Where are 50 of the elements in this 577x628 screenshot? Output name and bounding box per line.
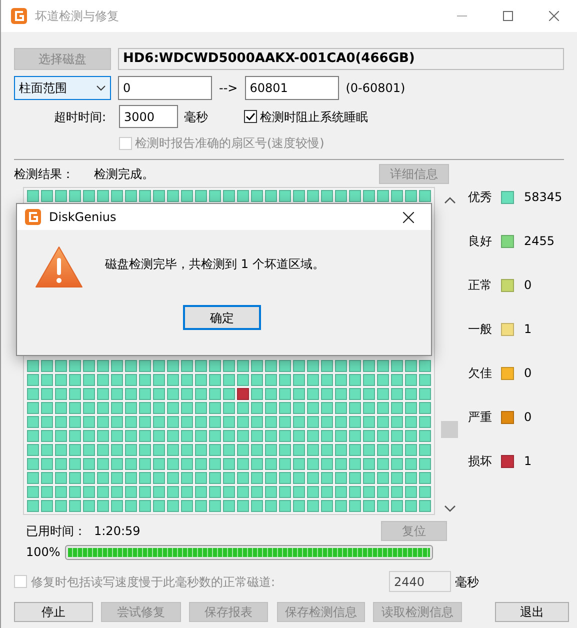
app-icon xyxy=(11,8,27,24)
range-end-field[interactable]: 60801 xyxy=(244,76,339,100)
timeout-unit: 毫秒 xyxy=(184,108,208,126)
window-title: 坏道检测与修复 xyxy=(35,8,119,25)
result-label: 检测结果： xyxy=(14,166,75,183)
legend-label: 正常 xyxy=(468,277,492,294)
legend-label: 损坏 xyxy=(468,453,492,470)
result-text: 检测完成。 xyxy=(94,166,155,183)
legend-label: 一般 xyxy=(468,321,492,338)
action-button[interactable]: 停止 xyxy=(14,602,93,622)
elapsed-label: 已用时间： xyxy=(26,523,87,540)
legend-count: 0 xyxy=(524,277,532,294)
legend-count: 0 xyxy=(524,409,532,426)
scroll-up-icon[interactable] xyxy=(444,197,456,204)
close-icon xyxy=(402,212,414,222)
scroll-down-icon[interactable] xyxy=(444,505,456,512)
dialog-message: 磁盘检测完毕，共检测到 1 个坏道区域。 xyxy=(105,256,324,273)
timeout-label: 超时时间: xyxy=(52,108,106,126)
timeout-field[interactable]: 3000 xyxy=(119,105,178,128)
option-label: 检测时阻止系统睡眠 xyxy=(260,108,368,126)
legend-count: 1 xyxy=(524,453,532,470)
app-icon xyxy=(25,209,41,225)
scrollbar-thumb[interactable] xyxy=(441,421,458,438)
slow-repair-label: 修复时包括读写速度慢于此毫秒数的正常磁道: xyxy=(31,574,276,590)
range-mode-dropdown[interactable]: 柱面范围 xyxy=(14,76,111,100)
dialog-title: DiskGenius xyxy=(49,209,116,226)
maximize-icon xyxy=(503,11,513,21)
checkbox[interactable] xyxy=(244,110,257,123)
progress-reading: 100% xyxy=(26,544,62,561)
elapsed-time: 1:20:59 xyxy=(94,523,142,540)
legend-count: 2455 xyxy=(524,233,555,250)
legend-count: 0 xyxy=(524,365,532,382)
legend-label: 良好 xyxy=(468,233,492,250)
legend-label: 欠佳 xyxy=(468,365,492,382)
legend-count: 1 xyxy=(524,321,532,338)
check-icon xyxy=(245,111,256,122)
action-button[interactable]: 退出 xyxy=(495,602,569,622)
slow-threshold-unit: 毫秒 xyxy=(455,574,479,590)
warning-icon xyxy=(35,245,83,289)
range-arrow: --> xyxy=(219,80,238,97)
disk-name-field: HD6:WDCWD5000AAKX-001CA0(466GB) xyxy=(118,48,564,70)
legend-count: 58345 xyxy=(524,189,562,206)
range-hint: (0-60801) xyxy=(346,80,406,97)
close-icon xyxy=(549,11,559,21)
legend-label: 优秀 xyxy=(468,189,492,206)
option-label: 检测时报告准确的扇区号(速度较慢) xyxy=(135,135,324,152)
ok-button[interactable]: 确定 xyxy=(183,305,261,330)
chevron-down-icon xyxy=(96,84,106,92)
range-start-field[interactable]: 0 xyxy=(118,76,212,100)
legend-label: 严重 xyxy=(468,409,492,426)
